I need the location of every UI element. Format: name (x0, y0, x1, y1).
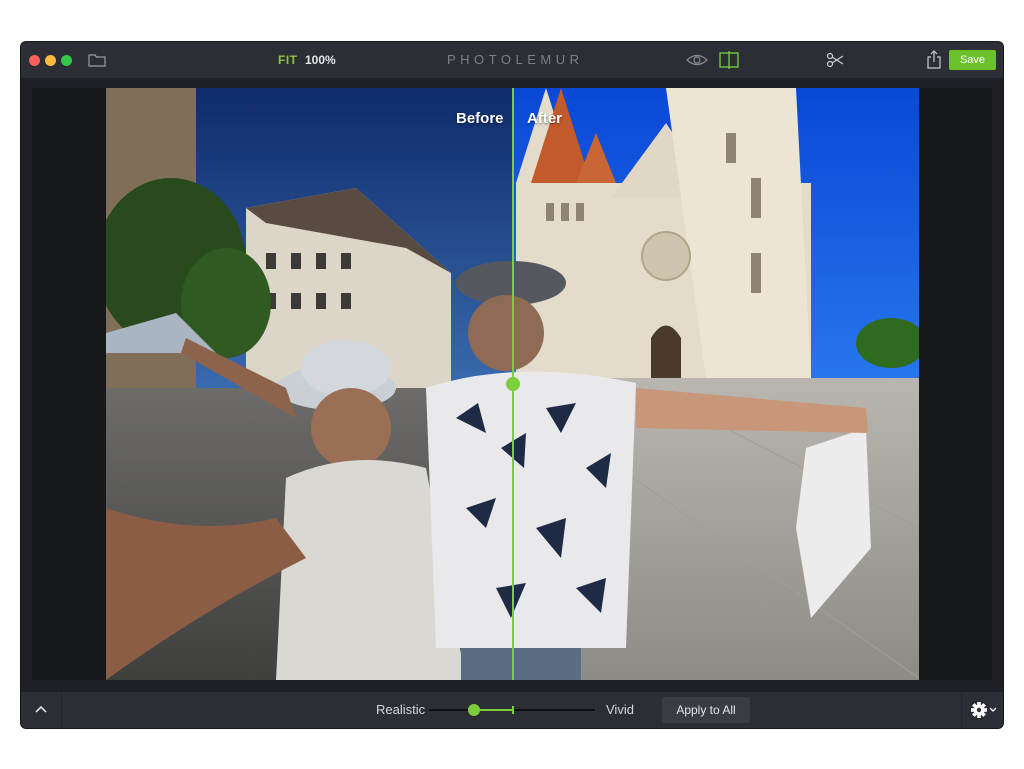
app-title: PHOTOLEMUR (447, 52, 584, 67)
after-label: After (527, 110, 563, 127)
app-window: FIT 100% PHOTOLEMUR Save Before After Re… (21, 42, 1003, 728)
chevron-up-icon (35, 705, 47, 713)
realistic-label: Realistic (376, 702, 426, 717)
before-after-photo: Before After (106, 88, 919, 680)
close-window-button[interactable] (29, 55, 40, 66)
scissors-icon[interactable] (826, 52, 844, 68)
folder-icon[interactable] (88, 53, 106, 67)
eye-icon[interactable] (686, 53, 708, 67)
compare-icon[interactable] (719, 51, 739, 69)
actual-size-zoom-button[interactable]: 100% (305, 53, 336, 67)
photo-canvas: Before After (32, 88, 992, 680)
slider-default-tick (512, 706, 514, 714)
save-button[interactable]: Save (949, 50, 996, 70)
chevron-down-icon (989, 707, 997, 712)
bottom-toolbar: Realistic Vivid Apply to All (21, 692, 1003, 728)
zoom-window-button[interactable] (61, 55, 72, 66)
expand-panel-button[interactable] (21, 692, 62, 728)
share-icon[interactable] (926, 50, 942, 69)
title-bar: FIT 100% PHOTOLEMUR Save (21, 42, 1003, 78)
slider-thumb[interactable] (467, 704, 480, 716)
minimize-window-button[interactable] (45, 55, 56, 66)
comparison-handle[interactable] (505, 377, 520, 391)
before-label: Before (456, 110, 504, 127)
vivid-label: Vivid (606, 702, 634, 717)
fit-zoom-button[interactable]: FIT (278, 53, 298, 67)
settings-menu-button[interactable] (961, 692, 1003, 728)
gear-icon (971, 702, 997, 718)
intensity-slider[interactable] (429, 704, 595, 716)
apply-to-all-button[interactable]: Apply to All (662, 697, 750, 723)
